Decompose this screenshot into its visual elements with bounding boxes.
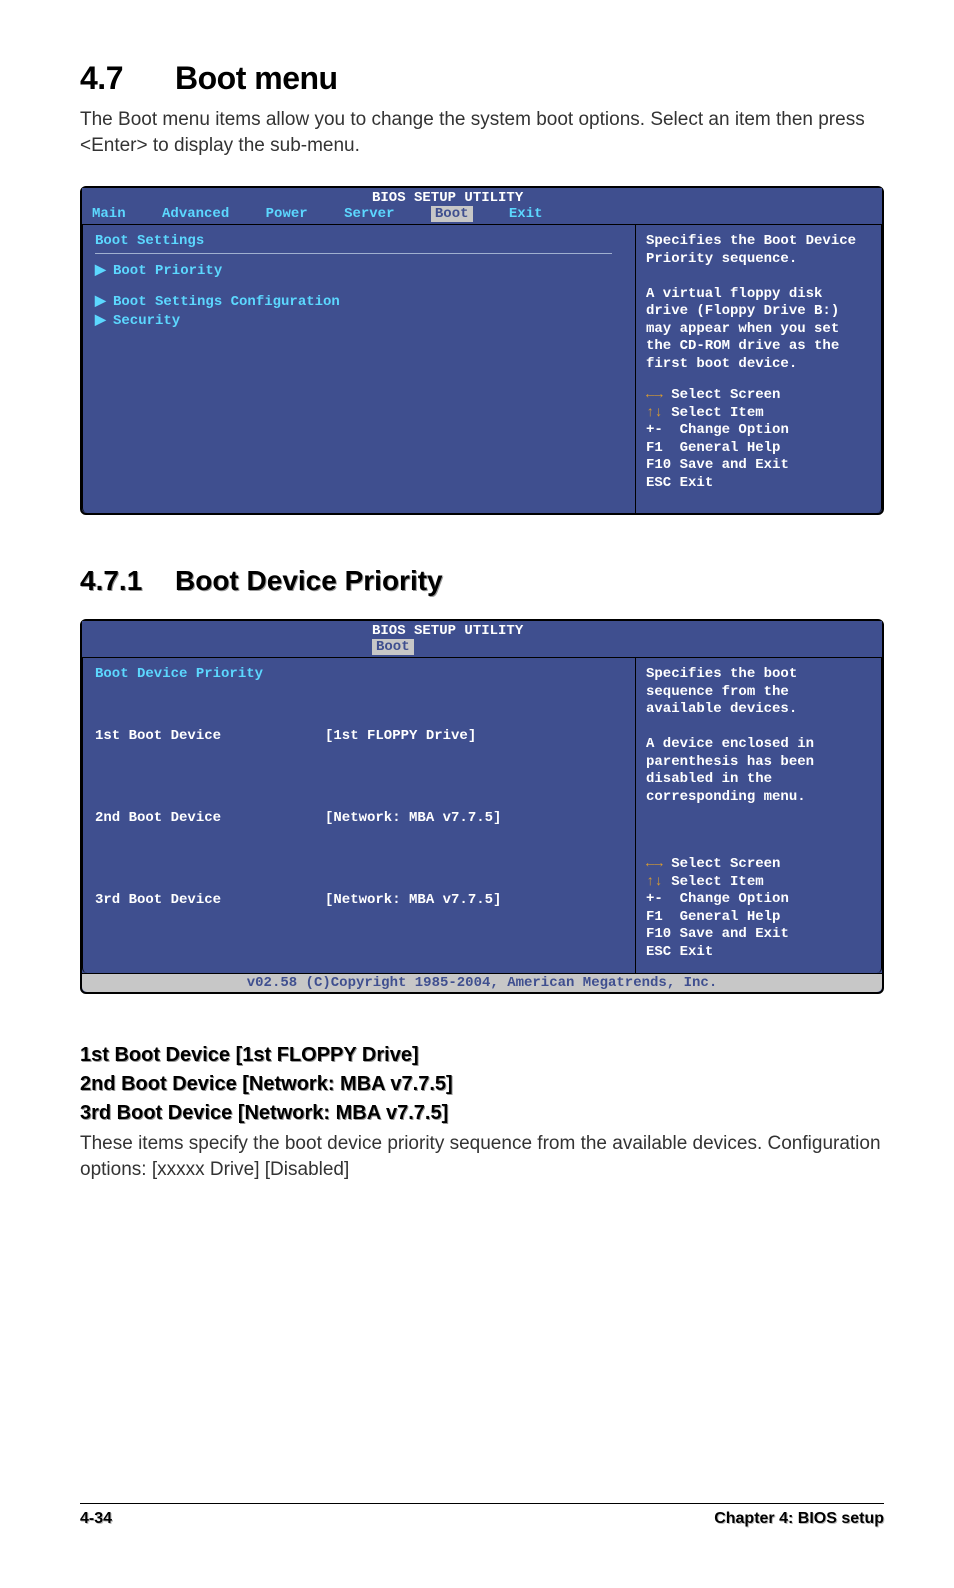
key-legend: ←→ Select Screen ↑↓ Select Item +- Chang… bbox=[646, 387, 871, 492]
key-sym: F10 bbox=[646, 457, 671, 473]
bios-help-panel: Specifies the Boot Device Priority seque… bbox=[636, 225, 882, 513]
bios-title: BIOS SETUP UTILITY bbox=[92, 190, 872, 206]
item-description: These items specify the boot device prio… bbox=[80, 1131, 884, 1182]
key-legend: ←→ Select Screen ↑↓ Select Item +- Chang… bbox=[646, 856, 871, 961]
item-label: Boot Priority bbox=[113, 263, 222, 279]
bios-left-panel: Boot Device Priority 1st Boot Device[1st… bbox=[82, 658, 636, 973]
menu-main: Main bbox=[92, 206, 126, 222]
menu-boot: Boot bbox=[431, 206, 473, 222]
triangle-right-icon: ▶ bbox=[95, 312, 113, 329]
menu-boot: Boot bbox=[372, 639, 414, 655]
menu-power: Power bbox=[266, 206, 308, 222]
key-label: Save and Exit bbox=[680, 457, 789, 473]
page-number: 4-34 bbox=[80, 1510, 112, 1528]
key-label: Select Item bbox=[671, 405, 763, 421]
subsection-heading: 4.7.1Boot Device Priority bbox=[80, 565, 884, 597]
triangle-right-icon: ▶ bbox=[95, 262, 113, 279]
item-heading-1st: 1st Boot Device [1st FLOPPY Drive] bbox=[80, 1044, 884, 1067]
menu-advanced: Advanced bbox=[162, 206, 229, 222]
help-text: Specifies the boot sequence from the ava… bbox=[646, 666, 871, 806]
row-key: 1st Boot Device bbox=[95, 728, 325, 744]
page-footer: 4-34 Chapter 4: BIOS setup bbox=[80, 1503, 884, 1528]
row-key: 2nd Boot Device bbox=[95, 810, 325, 826]
item-boot-settings-config: ▶Boot Settings Configuration bbox=[95, 293, 623, 310]
key-label: Exit bbox=[680, 944, 714, 960]
key-sym: +- bbox=[646, 891, 663, 907]
key-label: Exit bbox=[680, 475, 714, 491]
menu-server: Server bbox=[344, 206, 394, 222]
row-key: 3rd Boot Device bbox=[95, 892, 325, 908]
item-label: Security bbox=[113, 313, 180, 329]
key-label: General Help bbox=[680, 909, 781, 925]
key-sym: +- bbox=[646, 422, 663, 438]
bios-screen-boot-device-priority: BIOS SETUP UTILITY Boot Boot Device Prio… bbox=[80, 619, 884, 994]
subsection-number: 4.7.1 bbox=[80, 565, 175, 597]
arrows-ud-icon: ↑↓ bbox=[646, 874, 663, 890]
intro-paragraph: The Boot menu items allow you to change … bbox=[80, 107, 884, 158]
menu-exit: Exit bbox=[509, 206, 543, 222]
arrows-ud-icon: ↑↓ bbox=[646, 405, 663, 421]
key-label: Change Option bbox=[680, 422, 789, 438]
section-title-text: Boot menu bbox=[175, 60, 338, 96]
row-value: [1st FLOPPY Drive] bbox=[325, 728, 476, 744]
subsection-title-text: Boot Device Priority bbox=[175, 565, 443, 596]
separator bbox=[95, 253, 612, 254]
arrows-lr-icon: ←→ bbox=[646, 856, 663, 872]
panel-title: Boot Settings bbox=[95, 233, 623, 249]
row-value: [Network: MBA v7.7.5] bbox=[325, 892, 501, 908]
key-sym: ESC bbox=[646, 475, 671, 491]
key-sym: F1 bbox=[646, 909, 663, 925]
bios-footer: v02.58 (C)Copyright 1985-2004, American … bbox=[82, 973, 882, 992]
item-heading-3rd: 3rd Boot Device [Network: MBA v7.7.5] bbox=[80, 1102, 884, 1125]
item-security: ▶Security bbox=[95, 312, 623, 329]
help-text: Specifies the Boot Device Priority seque… bbox=[646, 233, 871, 373]
key-label: Select Screen bbox=[671, 387, 780, 403]
bios-help-panel: Specifies the boot sequence from the ava… bbox=[636, 658, 882, 973]
chapter-label: Chapter 4: BIOS setup bbox=[714, 1510, 884, 1528]
key-label: Save and Exit bbox=[680, 926, 789, 942]
panel-title: Boot Device Priority bbox=[95, 666, 623, 682]
key-sym: F1 bbox=[646, 440, 663, 456]
key-sym: F10 bbox=[646, 926, 671, 942]
item-heading-2nd: 2nd Boot Device [Network: MBA v7.7.5] bbox=[80, 1073, 884, 1096]
key-label: Select Item bbox=[671, 874, 763, 890]
row-1st-boot-device: 1st Boot Device[1st FLOPPY Drive] bbox=[95, 696, 623, 776]
key-label: Select Screen bbox=[671, 856, 780, 872]
bios-left-panel: Boot Settings ▶Boot Priority ▶Boot Setti… bbox=[82, 225, 636, 513]
key-sym: ESC bbox=[646, 944, 671, 960]
bios-menu-bar: Main Advanced Power Server Boot Exit bbox=[92, 206, 872, 224]
bios-screen-boot-settings: BIOS SETUP UTILITY Main Advanced Power S… bbox=[80, 186, 884, 515]
section-heading: 4.7Boot menu bbox=[80, 60, 884, 97]
bios-menu-bar: Boot bbox=[92, 639, 872, 657]
section-number: 4.7 bbox=[80, 60, 175, 97]
row-2nd-boot-device: 2nd Boot Device[Network: MBA v7.7.5] bbox=[95, 778, 623, 858]
row-3rd-boot-device: 3rd Boot Device[Network: MBA v7.7.5] bbox=[95, 860, 623, 940]
item-label: Boot Settings Configuration bbox=[113, 294, 340, 310]
arrows-lr-icon: ←→ bbox=[646, 387, 663, 403]
triangle-right-icon: ▶ bbox=[95, 293, 113, 310]
item-boot-priority: ▶Boot Priority bbox=[95, 262, 623, 279]
row-value: [Network: MBA v7.7.5] bbox=[325, 810, 501, 826]
key-label: Change Option bbox=[680, 891, 789, 907]
key-label: General Help bbox=[680, 440, 781, 456]
bios-title: BIOS SETUP UTILITY bbox=[92, 623, 872, 639]
